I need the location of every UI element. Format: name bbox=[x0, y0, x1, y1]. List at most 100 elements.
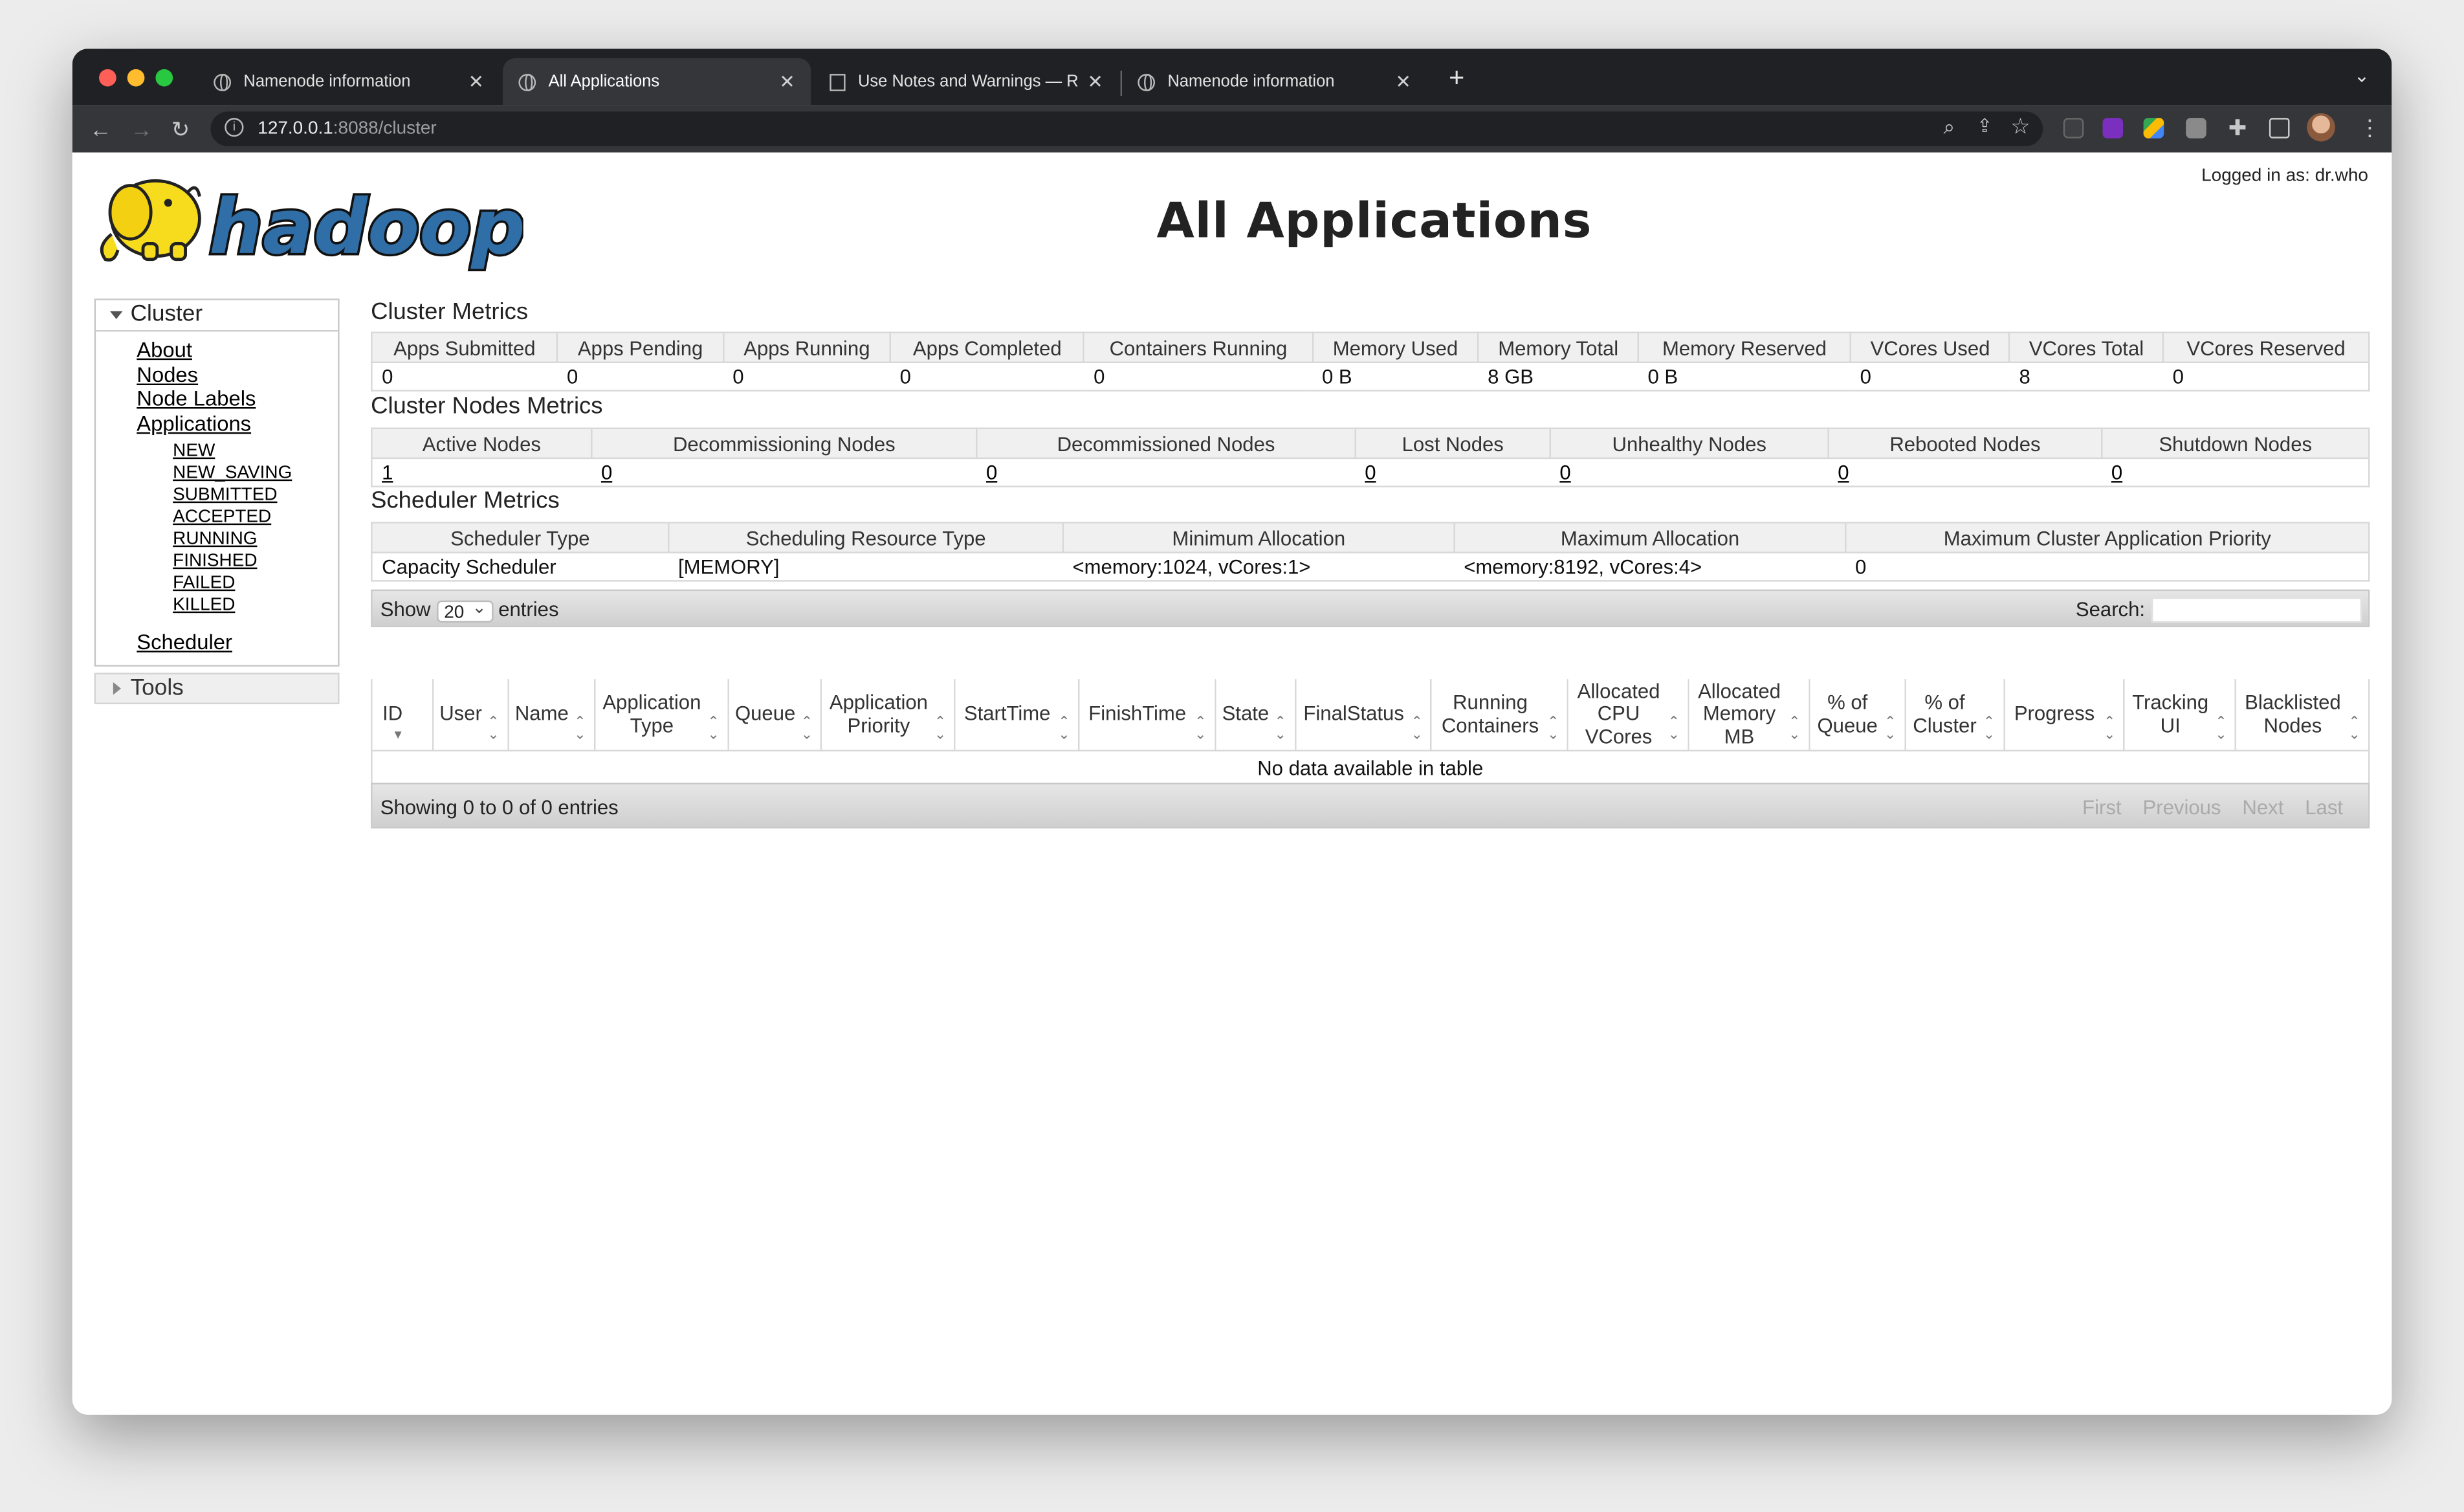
unhealthy-nodes-link[interactable]: 0 bbox=[1559, 461, 1570, 484]
cell-value: 8 GB bbox=[1478, 362, 1638, 392]
col-header-finish-time[interactable]: FinishTime ⌃ ⌄ bbox=[1077, 679, 1216, 751]
tab-search-chevron-icon[interactable]: ⌄ bbox=[2354, 65, 2370, 87]
nav-applications[interactable]: Applications bbox=[137, 412, 251, 435]
tab-title: All Applications bbox=[548, 72, 660, 91]
first-page-button[interactable]: First bbox=[2082, 795, 2121, 819]
next-page-button[interactable]: Next bbox=[2242, 795, 2283, 819]
zoom-icon[interactable]: ⌕ bbox=[1943, 115, 1955, 140]
forward-icon[interactable]: → bbox=[131, 115, 153, 143]
col-header: Memory Total bbox=[1477, 331, 1640, 364]
decommissioned-nodes-link[interactable]: 0 bbox=[986, 461, 997, 484]
col-header-tracking-ui[interactable]: Tracking UI ⌃ ⌄ bbox=[2123, 679, 2237, 751]
decommissioning-nodes-link[interactable]: 0 bbox=[601, 461, 612, 484]
tab-title: Use Notes and Warnings — RS bbox=[858, 72, 1078, 91]
rebooted-nodes-link[interactable]: 0 bbox=[1838, 461, 1849, 484]
address-bar[interactable]: i 127.0.0.1:8088/cluster ⌕ ⇪ ☆ bbox=[210, 111, 2043, 146]
close-tab-icon[interactable]: ✕ bbox=[779, 71, 795, 93]
col-header-application-type[interactable]: Application Type ⌃ ⌄ bbox=[593, 679, 729, 751]
nav-app-state-accepted[interactable]: ACCEPTED bbox=[173, 508, 271, 527]
close-tab-icon[interactable]: ✕ bbox=[468, 71, 484, 93]
logged-in-user: Logged in as: dr.who bbox=[2201, 166, 2368, 186]
previous-page-button[interactable]: Previous bbox=[2143, 795, 2221, 819]
col-header-progress[interactable]: Progress ⌃ ⌄ bbox=[2003, 679, 2125, 751]
nav-app-state-failed[interactable]: FAILED bbox=[173, 574, 235, 593]
puzzle-extensions-icon[interactable]: ✚ bbox=[2228, 113, 2247, 142]
cluster-menu-header[interactable]: Cluster bbox=[96, 300, 338, 332]
nav-app-state-killed[interactable]: KILLED bbox=[173, 596, 235, 615]
col-header-percent-of-cluster[interactable]: % of Cluster ⌃ ⌄ bbox=[1904, 679, 2005, 751]
col-header-running-containers[interactable]: Running Containers ⌃ ⌄ bbox=[1431, 679, 1569, 751]
nav-about[interactable]: About bbox=[137, 338, 192, 361]
col-header-final-status[interactable]: FinalStatus ⌃ ⌄ bbox=[1294, 679, 1433, 751]
browser-tab-3[interactable]: Use Notes and Warnings — RS ✕ bbox=[814, 58, 1119, 106]
cell-value: <memory:1024, vCores:1> bbox=[1062, 552, 1455, 582]
col-header-blacklisted-nodes[interactable]: Blacklisted Nodes ⌃ ⌄ bbox=[2234, 679, 2370, 751]
share-icon[interactable]: ⇪ bbox=[1977, 115, 1992, 137]
kebab-menu-icon[interactable]: ⋮ bbox=[2359, 113, 2381, 142]
nav-nodes[interactable]: Nodes bbox=[137, 362, 198, 386]
col-header-user[interactable]: User ⌃ ⌄ bbox=[432, 679, 509, 751]
col-header-application-priority[interactable]: Application Priority ⌃ ⌄ bbox=[820, 679, 956, 751]
avatar[interactable] bbox=[2307, 113, 2335, 142]
back-icon[interactable]: ← bbox=[89, 115, 111, 143]
sort-icon: ⌃ ⌄ bbox=[1547, 713, 1559, 742]
col-header-percent-of-queue[interactable]: % of Queue ⌃ ⌄ bbox=[1808, 679, 1906, 751]
hadoop-logo: hadoop bbox=[96, 165, 527, 274]
show-label: Show bbox=[380, 597, 431, 621]
extension-z-icon[interactable] bbox=[2063, 118, 2084, 139]
col-header: Lost Nodes bbox=[1354, 427, 1552, 460]
lost-nodes-link[interactable]: 0 bbox=[1365, 461, 1376, 484]
sort-icon: ▾ bbox=[394, 726, 402, 742]
tools-menu-header[interactable]: Tools bbox=[94, 673, 340, 704]
nav-app-state-new-saving[interactable]: NEW_SAVING bbox=[173, 464, 292, 483]
screenshot-extension-icon[interactable] bbox=[2186, 118, 2206, 139]
nav-app-state-new[interactable]: NEW bbox=[173, 442, 215, 461]
cell-value: Capacity Scheduler bbox=[371, 552, 669, 582]
node-metrics-title: Cluster Nodes Metrics bbox=[371, 393, 603, 420]
close-window-button[interactable] bbox=[99, 69, 116, 87]
col-header: Memory Used bbox=[1312, 331, 1479, 364]
nav-app-state-submitted[interactable]: SUBMITTED bbox=[173, 486, 277, 505]
close-tab-icon[interactable]: ✕ bbox=[1395, 71, 1411, 93]
url-host: 127.0.0.1 bbox=[258, 119, 333, 139]
col-header: Maximum Cluster Application Priority bbox=[1845, 522, 2370, 553]
search-input[interactable] bbox=[2151, 597, 2362, 623]
cell-value: 0 B bbox=[1638, 362, 1851, 392]
node-metrics-table: Active Nodes Decommissioning Nodes Decom… bbox=[371, 427, 2370, 487]
svg-text:hadoop: hadoop bbox=[209, 184, 523, 271]
globe-icon bbox=[1138, 72, 1156, 91]
onenote-extension-icon[interactable] bbox=[2102, 118, 2124, 139]
browser-toolbar: ← → ↻ i 127.0.0.1:8088/cluster ⌕ ⇪ ☆ ✚ ⋮ bbox=[72, 105, 2392, 153]
nav-app-state-finished[interactable]: FINISHED bbox=[173, 552, 257, 571]
reload-icon[interactable]: ↻ bbox=[171, 115, 190, 143]
new-tab-icon[interactable]: + bbox=[1449, 63, 1464, 94]
col-header: Decommissioning Nodes bbox=[591, 427, 978, 460]
browser-tab-2[interactable]: All Applications ✕ bbox=[503, 58, 811, 106]
col-header-start-time[interactable]: StartTime ⌃ ⌄ bbox=[954, 679, 1080, 751]
cell-value: 0 bbox=[1845, 552, 2370, 582]
col-header-allocated-memory-mb[interactable]: Allocated Memory MB ⌃ ⌄ bbox=[1688, 679, 1810, 751]
browser-tab-1[interactable]: Namenode information ✕ bbox=[198, 58, 500, 106]
sort-icon: ⌃ ⌄ bbox=[2104, 713, 2116, 742]
drive-extension-icon[interactable] bbox=[2143, 118, 2164, 139]
bookmark-star-icon[interactable]: ☆ bbox=[2010, 113, 2030, 140]
side-panel-icon[interactable] bbox=[2269, 118, 2290, 139]
maximize-window-button[interactable] bbox=[155, 69, 173, 87]
browser-tab-4[interactable]: Namenode information ✕ bbox=[1122, 58, 1427, 106]
last-page-button[interactable]: Last bbox=[2305, 795, 2343, 819]
nav-app-state-running[interactable]: RUNNING bbox=[173, 530, 257, 549]
col-header-allocated-cpu-vcores[interactable]: Allocated CPU VCores ⌃ ⌄ bbox=[1567, 679, 1689, 751]
col-header-id[interactable]: ID ▾ bbox=[371, 679, 434, 751]
active-nodes-link[interactable]: 1 bbox=[382, 461, 393, 484]
shutdown-nodes-link[interactable]: 0 bbox=[2111, 461, 2122, 484]
col-header-state[interactable]: State ⌃ ⌄ bbox=[1214, 679, 1296, 751]
nav-node-labels[interactable]: Node Labels bbox=[137, 387, 256, 410]
info-icon[interactable]: i bbox=[225, 118, 244, 137]
minimize-window-button[interactable] bbox=[127, 69, 145, 87]
col-header-name[interactable]: Name ⌃ ⌄ bbox=[507, 679, 596, 751]
nav-scheduler[interactable]: Scheduler bbox=[137, 631, 232, 654]
url-text[interactable]: 127.0.0.1:8088/cluster bbox=[258, 113, 436, 145]
page-size-select[interactable]: 20 bbox=[436, 597, 493, 622]
col-header-queue[interactable]: Queue ⌃ ⌄ bbox=[727, 679, 822, 751]
close-tab-icon[interactable]: ✕ bbox=[1087, 71, 1103, 93]
